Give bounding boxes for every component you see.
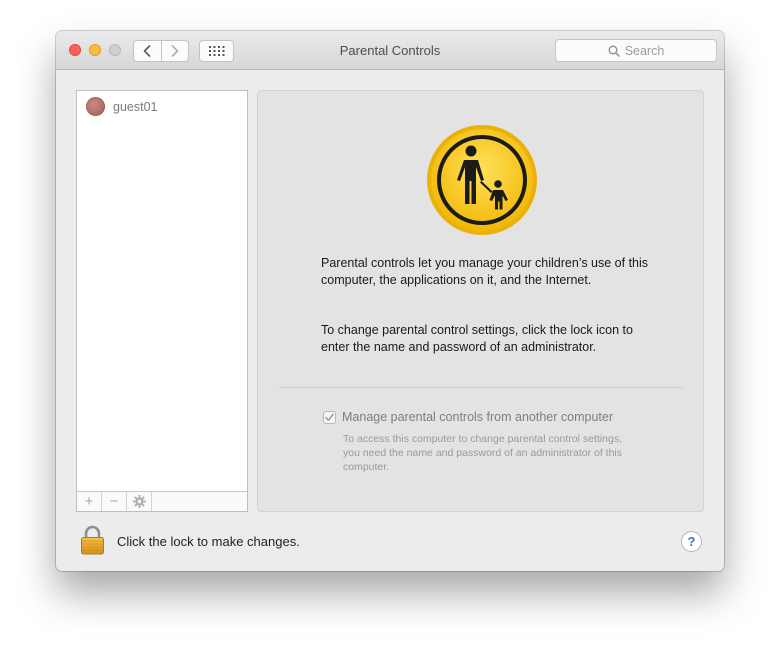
- remove-user-button[interactable]: −: [102, 492, 127, 511]
- remote-management-description: To access this computer to change parent…: [343, 433, 622, 473]
- grid-icon: [208, 46, 224, 56]
- parent-child-icon: [427, 125, 537, 235]
- avatar: [86, 97, 105, 116]
- chevron-left-icon: [143, 45, 151, 57]
- back-button[interactable]: [134, 41, 161, 61]
- remote-management-label: Manage parental controls from another co…: [342, 410, 613, 424]
- close-button[interactable]: [69, 44, 81, 56]
- add-symbol: +: [84, 493, 94, 510]
- desktop-background: Parental Controls Search guest01 + − Par…: [0, 0, 780, 652]
- action-menu-button[interactable]: [127, 492, 152, 511]
- search-placeholder: Search: [624, 43, 665, 58]
- divider: [279, 387, 683, 388]
- forward-button[interactable]: [160, 41, 189, 61]
- preferences-window: Parental Controls Search guest01 + − Par…: [56, 31, 724, 571]
- intro-text: Parental controls let you manage your ch…: [321, 256, 649, 287]
- magnifier-icon: [608, 45, 620, 57]
- minimize-button[interactable]: [89, 44, 101, 56]
- lock-icon[interactable]: [80, 525, 105, 555]
- window-title: Parental Controls: [339, 43, 441, 58]
- user-list-item[interactable]: guest01: [86, 97, 157, 116]
- remove-symbol: −: [109, 493, 119, 510]
- help-button[interactable]: ?: [681, 531, 702, 552]
- help-label: ?: [687, 534, 696, 549]
- search-field[interactable]: Search: [555, 39, 717, 62]
- navigation-buttons: [133, 40, 189, 62]
- chevron-right-icon: [171, 45, 179, 57]
- add-user-button[interactable]: +: [77, 492, 102, 511]
- gear-icon: [132, 495, 146, 508]
- user-list-toolbar: + −: [76, 491, 248, 512]
- title-bar: Parental Controls Search: [56, 31, 724, 70]
- show-all-button[interactable]: [199, 40, 234, 62]
- user-list[interactable]: guest01: [76, 90, 248, 512]
- remote-management-checkbox[interactable]: [323, 410, 336, 424]
- zoom-button[interactable]: [109, 44, 121, 56]
- parental-controls-panel: Parental controls let you manage your ch…: [257, 90, 704, 512]
- lock-status-text: Click the lock to make changes.: [117, 534, 300, 549]
- remote-management-option: Manage parental controls from another co…: [323, 410, 613, 424]
- checkmark-icon: [325, 413, 334, 421]
- lock-instruction-text: To change parental control settings, cli…: [321, 323, 633, 354]
- user-name: guest01: [113, 99, 158, 114]
